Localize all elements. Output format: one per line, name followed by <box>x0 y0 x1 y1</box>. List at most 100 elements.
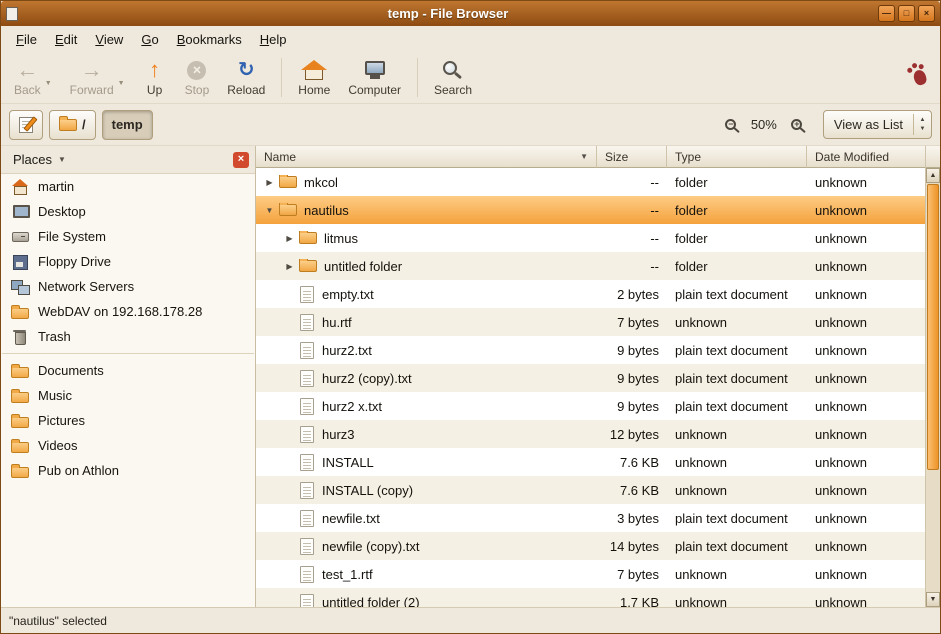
sidebar-item-martin[interactable]: martin <box>1 174 255 199</box>
sidebar-item-file-system[interactable]: File System <box>1 224 255 249</box>
toolbar-button-label: Forward <box>70 83 114 97</box>
column-headers: Name▼ Size Type Date Modified <box>256 146 925 168</box>
sidebar-item-label: Desktop <box>38 204 86 219</box>
toolbar-button-label: Stop <box>185 83 210 97</box>
sidebar-item-pub-on-athlon[interactable]: Pub on Athlon <box>1 458 255 483</box>
scroll-down-button[interactable]: ▼ <box>926 592 940 607</box>
zoom-in-button[interactable] <box>785 112 809 138</box>
minimize-button[interactable]: — <box>878 5 895 22</box>
file-row[interactable]: hurz2.txt9 bytesplain text documentunkno… <box>256 336 925 364</box>
expander-expanded-icon[interactable]: ▼ <box>262 206 277 215</box>
file-row[interactable]: hurz2 (copy).txt9 bytesplain text docume… <box>256 364 925 392</box>
file-row[interactable]: hu.rtf7 bytesunknownunknown <box>256 308 925 336</box>
scroll-up-button[interactable]: ▲ <box>926 168 940 183</box>
root-path-button[interactable]: / <box>49 110 96 140</box>
expander-collapsed-icon[interactable]: ▶ <box>282 262 297 271</box>
toggle-location-entry-button[interactable] <box>9 110 43 140</box>
menu-item-file[interactable]: File <box>7 28 46 51</box>
computer-button[interactable]: Computer <box>339 55 410 100</box>
reload-button[interactable]: Reload <box>218 55 274 100</box>
close-sidebar-button[interactable]: × <box>233 152 249 168</box>
text-file-icon <box>300 594 314 608</box>
vertical-scrollbar[interactable]: ▲ ▼ <box>925 146 940 607</box>
file-row[interactable]: hurz2 x.txt9 bytesplain text documentunk… <box>256 392 925 420</box>
cell-type: unknown <box>667 455 807 470</box>
sidebar-item-desktop[interactable]: Desktop <box>1 199 255 224</box>
scrollbar-thumb[interactable] <box>927 184 939 470</box>
file-row[interactable]: untitled folder (2)1.7 KBunknownunknown <box>256 588 925 607</box>
file-row[interactable]: hurz312 bytesunknownunknown <box>256 420 925 448</box>
view-mode-dropdown[interactable]: View as List ▲ ▼ <box>823 110 932 139</box>
file-row[interactable]: empty.txt2 bytesplain text documentunkno… <box>256 280 925 308</box>
home-button[interactable]: Home <box>289 55 339 100</box>
column-header-type[interactable]: Type <box>667 146 807 168</box>
current-path-button[interactable]: temp <box>102 110 153 140</box>
menu-item-view[interactable]: View <box>86 28 132 51</box>
column-header-size[interactable]: Size <box>597 146 667 168</box>
sidebar-item-pictures[interactable]: Pictures <box>1 408 255 433</box>
toolbar-separator <box>417 58 418 97</box>
home-icon <box>11 178 29 195</box>
scrollbar-track[interactable] <box>926 183 940 592</box>
cell-size: 9 bytes <box>597 399 667 414</box>
file-row[interactable]: ▶mkcol--folderunknown <box>256 168 925 196</box>
text-file-icon <box>300 342 314 359</box>
sidebar-header: Places ▼ × <box>1 146 255 174</box>
column-header-label: Size <box>605 150 628 164</box>
file-row[interactable]: ▶litmus--folderunknown <box>256 224 925 252</box>
stop-button: Stop <box>176 55 219 100</box>
up-icon <box>149 59 160 81</box>
menu-item-help[interactable]: Help <box>251 28 296 51</box>
dropdown-arrow-icon: ▼ <box>45 80 52 87</box>
sidebar-item-label: WebDAV on 192.168.178.28 <box>38 304 202 319</box>
column-header-label: Name <box>264 150 296 164</box>
titlebar[interactable]: temp - File Browser — □ × <box>1 1 940 26</box>
sidebar-item-trash[interactable]: Trash <box>1 324 255 349</box>
column-header-date-modified[interactable]: Date Modified <box>807 146 925 168</box>
places-dropdown[interactable]: Places ▼ <box>9 150 70 169</box>
edit-note-icon <box>19 117 33 133</box>
file-row[interactable]: INSTALL (copy)7.6 KBunknownunknown <box>256 476 925 504</box>
column-header-label: Date Modified <box>815 150 889 164</box>
sidebar-item-documents[interactable]: Documents <box>1 358 255 383</box>
file-row[interactable]: INSTALL7.6 KBunknownunknown <box>256 448 925 476</box>
places-list: martin Desktop File SystemFloppy DriveNetw… <box>1 174 255 483</box>
file-row[interactable]: ▶untitled folder--folderunknown <box>256 252 925 280</box>
cell-date: unknown <box>807 567 925 582</box>
zoom-out-icon <box>725 119 736 130</box>
toolbar-button-label: Up <box>147 83 162 97</box>
file-row[interactable]: test_1.rtf7 bytesunknownunknown <box>256 560 925 588</box>
folder-icon <box>11 437 29 454</box>
sidebar-item-webdav[interactable]: WebDAV on 192.168.178.28 <box>1 299 255 324</box>
close-button[interactable]: × <box>918 5 935 22</box>
file-name: INSTALL (copy) <box>322 483 413 498</box>
cell-type: unknown <box>667 567 807 582</box>
text-file-icon <box>300 314 314 331</box>
menu-item-edit[interactable]: Edit <box>46 28 86 51</box>
file-row[interactable]: newfile.txt3 bytesplain text documentunk… <box>256 504 925 532</box>
file-row[interactable]: ▼nautilus--folderunknown <box>256 196 925 224</box>
cell-name: ▼nautilus <box>256 203 597 218</box>
sidebar-item-videos[interactable]: Videos <box>1 433 255 458</box>
sidebar-item-label: Videos <box>38 438 78 453</box>
cell-type: plain text document <box>667 287 807 302</box>
cell-name: ▶litmus <box>256 231 597 246</box>
file-row[interactable]: newfile (copy).txt14 bytesplain text doc… <box>256 532 925 560</box>
zoom-out-button[interactable] <box>719 112 743 138</box>
menu-item-bookmarks[interactable]: Bookmarks <box>168 28 251 51</box>
expander-collapsed-icon[interactable]: ▶ <box>262 178 277 187</box>
sidebar-item-music[interactable]: Music <box>1 383 255 408</box>
scrollbar-header-stub <box>926 146 940 168</box>
trash-icon <box>11 328 29 345</box>
window-app-icon <box>6 7 18 21</box>
sidebar-item-floppy-drive[interactable]: Floppy Drive <box>1 249 255 274</box>
maximize-button[interactable]: □ <box>898 5 915 22</box>
sidebar-item-network-servers[interactable]: Network Servers <box>1 274 255 299</box>
stop-icon <box>187 61 206 80</box>
menu-item-go[interactable]: Go <box>132 28 167 51</box>
expander-collapsed-icon[interactable]: ▶ <box>282 234 297 243</box>
column-header-name[interactable]: Name▼ <box>256 146 597 168</box>
cell-type: plain text document <box>667 511 807 526</box>
up-button[interactable]: Up <box>134 55 176 100</box>
search-button[interactable]: Search <box>425 55 481 100</box>
